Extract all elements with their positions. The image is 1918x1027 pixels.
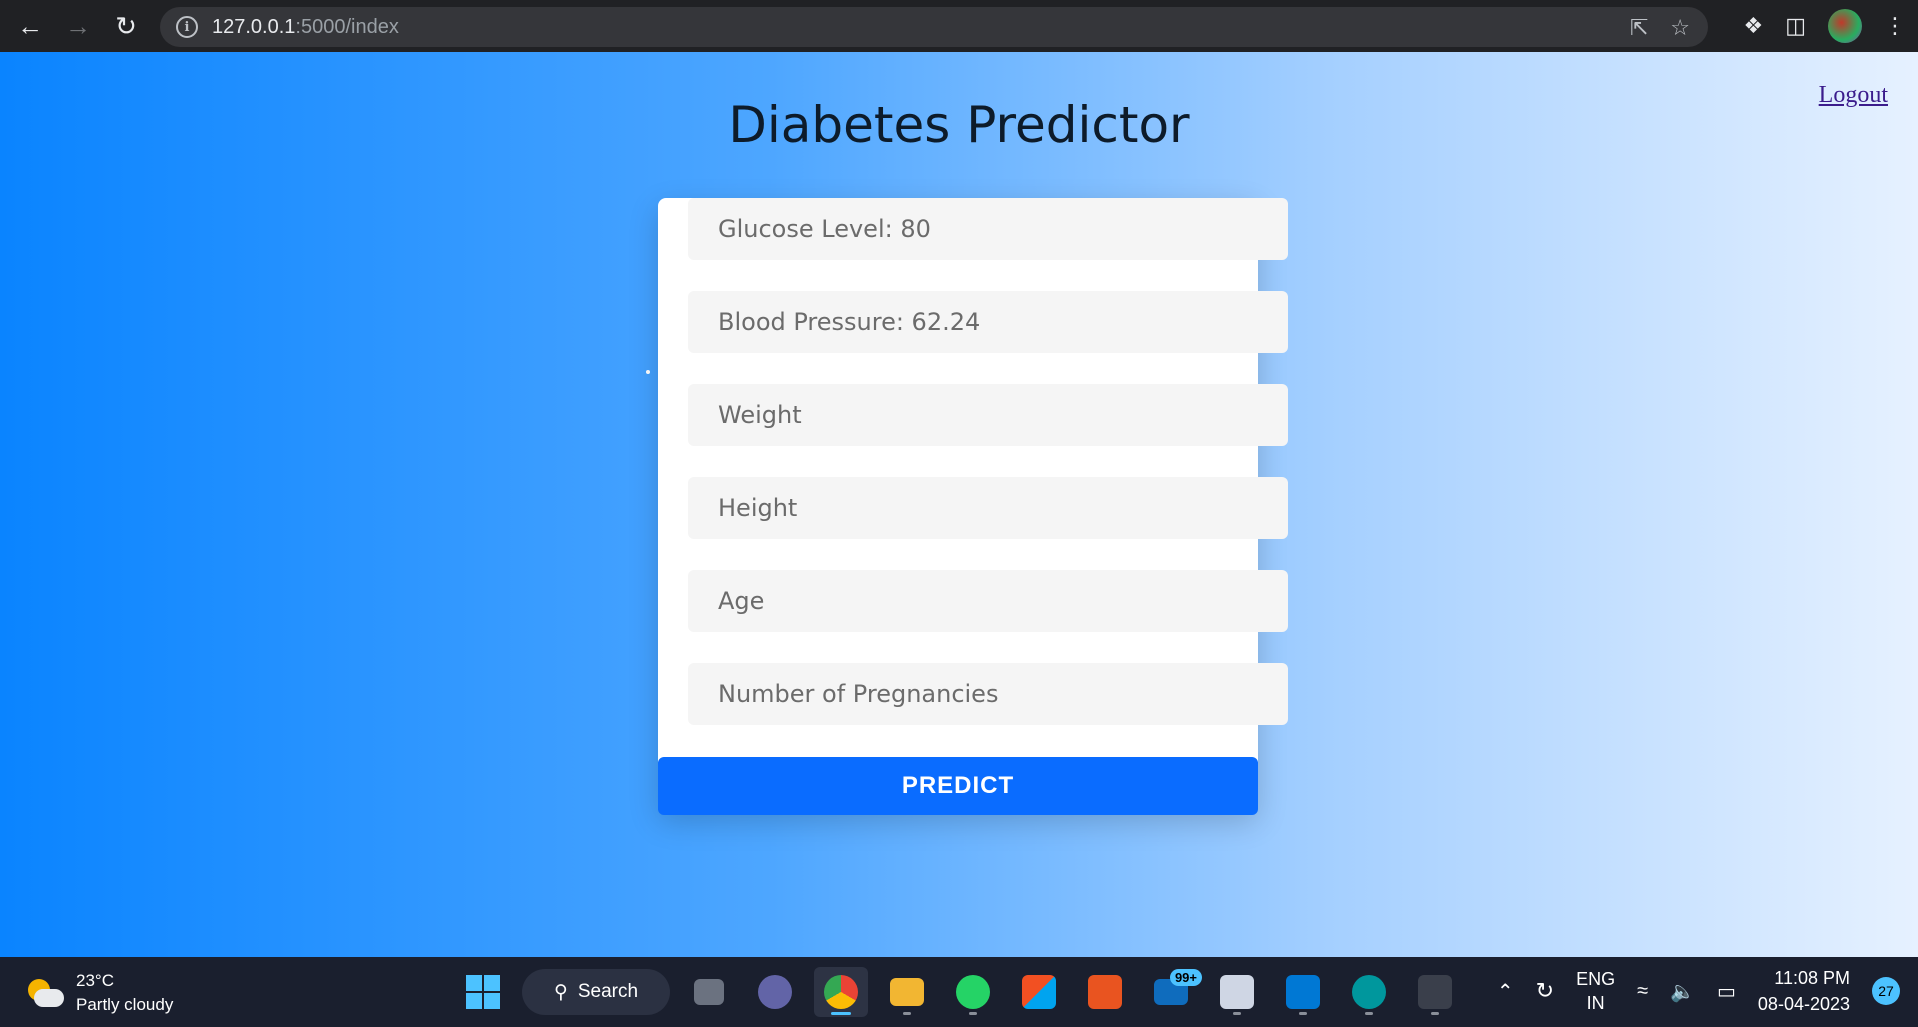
taskbar-search[interactable]: ⚲ Search (522, 969, 670, 1015)
clock-date: 08-04-2023 (1757, 994, 1850, 1014)
weight-input[interactable]: Weight (688, 384, 1288, 446)
task-view-icon[interactable] (682, 967, 736, 1017)
share-icon[interactable]: ⇱ (1630, 15, 1648, 41)
side-panel-icon[interactable]: ◫ (1785, 13, 1806, 39)
taskbar: 23°C Partly cloudy ⚲ Search 99+ ⌃ ↻ ENG … (0, 957, 1918, 1027)
clock-time: 11:08 PM (1774, 968, 1850, 988)
browser-toolbar: ← → ↻ i 127.0.0.1 :5000/index ⇱ ☆ ❖ ◫ ⋮ (0, 0, 1918, 52)
terminal-icon[interactable] (1408, 967, 1462, 1017)
language-code: ENG (1576, 969, 1616, 989)
windows-logo-icon (466, 975, 500, 1009)
weather-temp: 23°C (76, 971, 114, 990)
url-path: :5000/index (295, 15, 399, 38)
glucose-input[interactable]: Glucose Level: 80 (688, 198, 1288, 260)
language-indicator[interactable]: ENG IN (1576, 967, 1615, 1015)
notification-badge[interactable]: 27 (1872, 977, 1900, 1005)
site-info-icon[interactable]: i (176, 16, 198, 38)
battery-icon[interactable]: ▭ (1717, 979, 1736, 1004)
language-region: IN (1586, 993, 1605, 1013)
forward-icon[interactable]: → (54, 0, 102, 52)
chevron-up-icon[interactable]: ⌃ (1497, 979, 1514, 1004)
chrome-icon[interactable] (814, 967, 868, 1017)
wifi-icon[interactable]: ≈ (1637, 980, 1648, 1003)
search-icon: ⚲ (553, 981, 568, 1003)
age-input[interactable]: Age (688, 570, 1288, 632)
weather-desc: Partly cloudy (76, 995, 174, 1014)
back-icon[interactable]: ← (6, 0, 54, 52)
mail-icon[interactable]: 99+ (1144, 967, 1202, 1017)
clock[interactable]: 11:08 PM 08-04-2023 (1758, 965, 1850, 1017)
page-body: Logout Diabetes Predictor Glucose Level:… (0, 52, 1918, 957)
blood-pressure-input[interactable]: Blood Pressure: 62.24 (688, 291, 1288, 353)
extensions-icon[interactable]: ❖ (1743, 13, 1763, 39)
predict-button[interactable]: PREDICT (658, 757, 1258, 815)
volume-icon[interactable]: 🔈 (1670, 979, 1695, 1004)
ubuntu-icon[interactable] (1078, 967, 1132, 1017)
profile-avatar[interactable] (1828, 9, 1862, 43)
vscode-icon[interactable] (1276, 967, 1330, 1017)
menu-icon[interactable]: ⋮ (1884, 13, 1906, 39)
bookmark-star-icon[interactable]: ☆ (1670, 15, 1690, 41)
sync-icon[interactable]: ↻ (1536, 978, 1554, 1004)
address-bar[interactable]: i 127.0.0.1 :5000/index ⇱ ☆ (160, 7, 1708, 47)
pregnancies-input[interactable]: Number of Pregnancies (688, 663, 1288, 725)
height-input[interactable]: Height (688, 477, 1288, 539)
text-editor-icon[interactable] (1210, 967, 1264, 1017)
arduino-icon[interactable] (1342, 967, 1396, 1017)
search-label: Search (577, 981, 639, 1002)
stray-dot (646, 370, 650, 374)
page-title: Diabetes Predictor (728, 96, 1190, 154)
reload-icon[interactable]: ↻ (102, 0, 150, 52)
url-host: 127.0.0.1 (212, 15, 296, 38)
weather-widget[interactable]: 23°C Partly cloudy (24, 969, 173, 1017)
microsoft-store-icon[interactable] (1012, 967, 1066, 1017)
whatsapp-icon[interactable] (946, 967, 1000, 1017)
mail-badge: 99+ (1169, 969, 1202, 986)
file-explorer-icon[interactable] (880, 967, 934, 1017)
start-button[interactable] (456, 967, 510, 1017)
partly-cloudy-icon (24, 975, 64, 1011)
teams-chat-icon[interactable] (748, 967, 802, 1017)
